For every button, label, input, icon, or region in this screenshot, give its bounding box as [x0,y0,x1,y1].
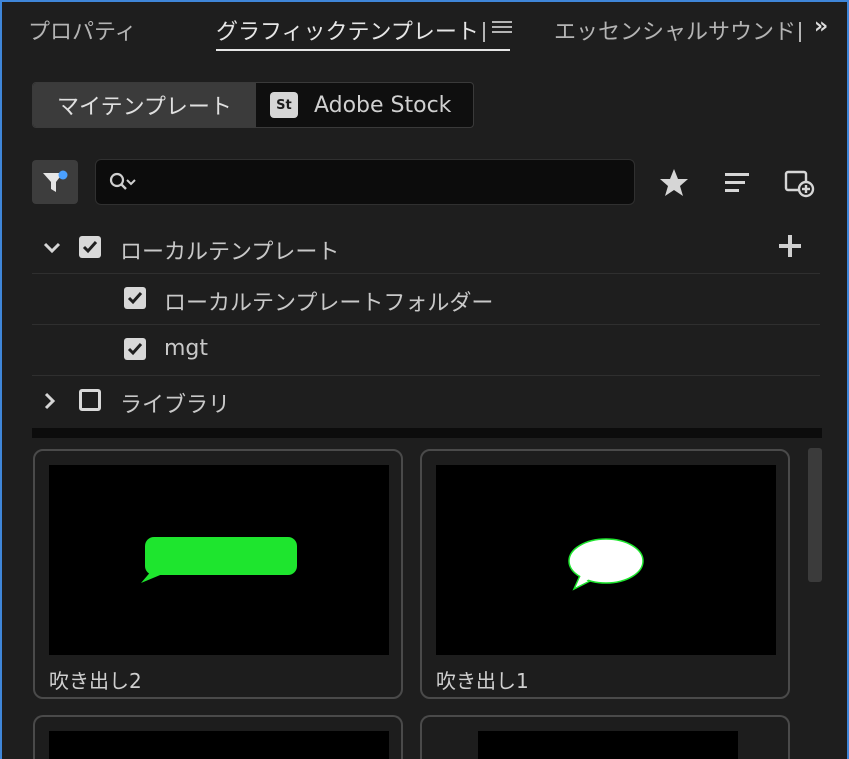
tree-label: mgt [164,336,209,361]
check-icon [127,343,143,356]
template-card[interactable]: 吹き出し2 [33,449,403,699]
tree-label: ライブラリ [120,393,231,418]
template-source-toggle: マイテンプレート St Adobe Stock [32,82,474,128]
check-icon [82,241,98,254]
template-thumbnail [436,465,776,655]
template-card[interactable] [33,715,403,759]
template-card[interactable]: 吹き出し1 [420,449,790,699]
tab-graphic-templates[interactable]: グラフィックテンプレート [216,14,484,46]
tab-properties[interactable]: プロパティ [28,14,137,46]
filter-button[interactable] [32,160,78,204]
checkbox-local-template-folder[interactable] [124,287,146,309]
adobe-stock-icon: St [269,92,298,118]
template-thumbnail [478,731,738,759]
template-title: 吹き出し1 [436,669,529,693]
checkbox-library[interactable] [79,389,101,411]
search-field[interactable] [95,159,635,205]
check-icon [127,292,143,305]
tree-row-mgt[interactable]: mgt [32,326,820,376]
adobe-stock-label: Adobe Stock [313,92,452,118]
green-speech-bubble-preview [141,537,297,583]
tab-separator [799,22,801,42]
tree-label: ローカルテンプレート [120,240,340,265]
active-tab-indicator [216,49,510,51]
favorites-star-icon[interactable] [657,166,691,200]
template-thumbnail [49,731,389,759]
checkbox-local-templates[interactable] [79,236,101,258]
grid-scrollbar[interactable] [808,448,822,582]
filter-icon [43,170,68,192]
panel-tab-bar: プロパティ グラフィックテンプレート エッセンシャルサウンド » [2,2,847,60]
sort-list-icon[interactable] [721,166,755,200]
white-speech-bubble-preview [568,538,644,591]
template-thumbnail [49,465,389,655]
tree-row-local-template-folder[interactable]: ローカルテンプレートフォルダー [32,275,820,325]
search-icon [108,170,138,194]
adobe-stock-button[interactable]: St Adobe Stock [256,83,473,127]
chevron-down-icon[interactable] [42,238,62,258]
new-bin-icon[interactable] [782,166,816,200]
chevron-right-icon[interactable] [40,391,60,411]
my-templates-button[interactable]: マイテンプレート [33,83,256,127]
checkbox-mgt[interactable] [124,338,146,360]
tree-row-local-templates[interactable]: ローカルテンプレート [32,224,820,274]
template-title: 吹き出し2 [49,669,142,693]
panel-menu-icon[interactable] [492,18,512,38]
tab-separator [483,22,485,42]
tab-essential-sound[interactable]: エッセンシャルサウンド [554,14,800,46]
graphic-templates-panel: プロパティ グラフィックテンプレート エッセンシャルサウンド » マイテンプレー… [0,0,849,759]
tabs-overflow-icon[interactable]: » [814,14,828,39]
tree-label: ローカルテンプレートフォルダー [164,291,494,316]
section-divider [32,428,822,438]
tree-row-library[interactable]: ライブラリ [32,377,820,427]
add-folder-plus-icon[interactable] [778,234,802,258]
template-card[interactable] [420,715,790,759]
